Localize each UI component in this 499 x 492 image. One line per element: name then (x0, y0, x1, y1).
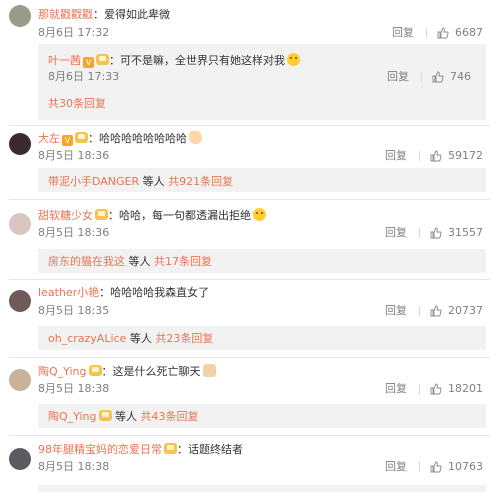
thumbs-up-icon[interactable] (430, 461, 442, 473)
comment-username[interactable]: 大左 (38, 132, 60, 145)
comment-time: 8月5日 18:38 (38, 382, 110, 395)
divider (419, 306, 420, 316)
divider (419, 228, 420, 238)
reply-button[interactable]: 回复 (392, 26, 414, 40)
like-count: 20737 (448, 304, 483, 317)
reply-button[interactable]: 回复 (385, 304, 407, 318)
like-count: 6687 (455, 26, 483, 39)
like-count: 59172 (448, 149, 483, 162)
vip-crown-icon (75, 132, 88, 143)
reply-button[interactable]: 回复 (385, 226, 407, 240)
divider (9, 357, 490, 358)
divider (9, 199, 490, 200)
reply-button[interactable]: 回复 (385, 149, 407, 163)
comment-time: 8月5日 18:35 (38, 304, 110, 317)
comment-username[interactable]: 甜软糖少女 (38, 209, 93, 222)
verified-badge-icon: V (62, 135, 73, 146)
comment-text: ：这是什么死亡聊天 (101, 365, 201, 378)
vip-crown-icon (95, 209, 108, 220)
avatar[interactable] (9, 369, 31, 391)
divider (426, 28, 427, 38)
avatar[interactable] (9, 213, 31, 235)
vip-crown-icon (96, 54, 109, 65)
reply-user-link[interactable]: oh_crazyALice (48, 332, 126, 345)
verified-badge-icon: V (83, 57, 94, 68)
view-all-replies-link[interactable]: 陶Q_Ying 等人 共43条回复 (48, 410, 199, 424)
view-all-replies-link[interactable]: 房东的猫在我这 等人 共17条回复 (48, 255, 212, 269)
tongue-emoji-icon (253, 208, 266, 221)
comment-username[interactable]: 98年腿精宝妈的恋爱日常 (38, 443, 162, 456)
comment-time: 8月6日 17:33 (48, 70, 120, 83)
comment-username[interactable]: 那就戳戳戳 (38, 8, 93, 21)
reply-count-link[interactable]: 共921条回复 (168, 175, 233, 188)
comment-time: 8月5日 18:36 (38, 226, 110, 239)
thumbs-up-icon[interactable] (430, 227, 442, 239)
comment-time: 8月5日 18:36 (38, 149, 110, 162)
view-all-replies-link[interactable]: 共30条回复 (48, 97, 106, 111)
like-count: 10763 (448, 460, 483, 473)
view-all-replies-link[interactable]: oh_crazyALice 等人 共23条回复 (48, 332, 213, 346)
reply-user-link[interactable]: 房东的猫在我这 (48, 255, 125, 268)
avatar[interactable] (9, 5, 31, 27)
like-count: 31557 (448, 226, 483, 239)
divider (421, 72, 422, 82)
comment-text: ：哈哈哈哈我森直女了 (99, 286, 210, 299)
reply-count-link[interactable]: 共17条回复 (154, 255, 212, 268)
like-count: 746 (450, 70, 471, 83)
avatar[interactable] (9, 290, 31, 312)
comment-text: ：哈哈，每一句都透漏出拒绝 (108, 209, 251, 222)
comment-text: ：话题终结者 (177, 443, 243, 456)
comment-time: 8月5日 18:38 (38, 460, 110, 473)
hand-emoji-icon (189, 131, 202, 144)
divider (419, 151, 420, 161)
comment-text: ：可不是嘛，全世界只有她这样对我 (109, 54, 285, 67)
thumbs-up-icon[interactable] (430, 383, 442, 395)
comment-username[interactable]: 陶Q_Ying (38, 365, 87, 378)
comment-username[interactable]: leather小艳 (38, 286, 99, 299)
avatar[interactable] (9, 448, 31, 470)
like-count: 18201 (448, 382, 483, 395)
thumbs-up-icon[interactable] (437, 27, 449, 39)
divider (9, 435, 490, 436)
comment-text: ：爱得如此卑微 (93, 8, 170, 21)
comment-time: 8月6日 17:32 (38, 26, 110, 39)
reply-button[interactable]: 回复 (385, 460, 407, 474)
smile-emoji-icon (287, 53, 300, 66)
reply-user-link[interactable]: 带泥小手DANGER (48, 175, 139, 188)
divider (9, 279, 490, 280)
comment-username[interactable]: 叶一茜 (48, 54, 81, 67)
vip-crown-icon (164, 443, 177, 454)
vip-crown-icon (88, 365, 102, 376)
reply-count-link[interactable]: 共43条回复 (141, 410, 199, 423)
reply-button[interactable]: 回复 (387, 70, 409, 84)
reply-user-link[interactable]: 陶Q_Ying (48, 410, 97, 423)
divider (419, 384, 420, 394)
view-all-replies-link[interactable]: 带泥小手DANGER 等人 共921条回复 (48, 175, 233, 189)
reply-button[interactable]: 回复 (385, 382, 407, 396)
vip-crown-icon (98, 410, 112, 421)
cat-emoji-icon (202, 364, 216, 377)
thumbs-up-icon[interactable] (430, 305, 442, 317)
reply-thread-box (38, 485, 486, 492)
thumbs-up-icon[interactable] (432, 71, 444, 83)
comment-text: ：哈哈哈哈哈哈哈哈 (88, 132, 187, 145)
thumbs-up-icon[interactable] (430, 150, 442, 162)
avatar[interactable] (9, 133, 31, 155)
divider (419, 462, 420, 472)
reply-count-link[interactable]: 共23条回复 (155, 332, 213, 345)
divider (9, 125, 490, 126)
